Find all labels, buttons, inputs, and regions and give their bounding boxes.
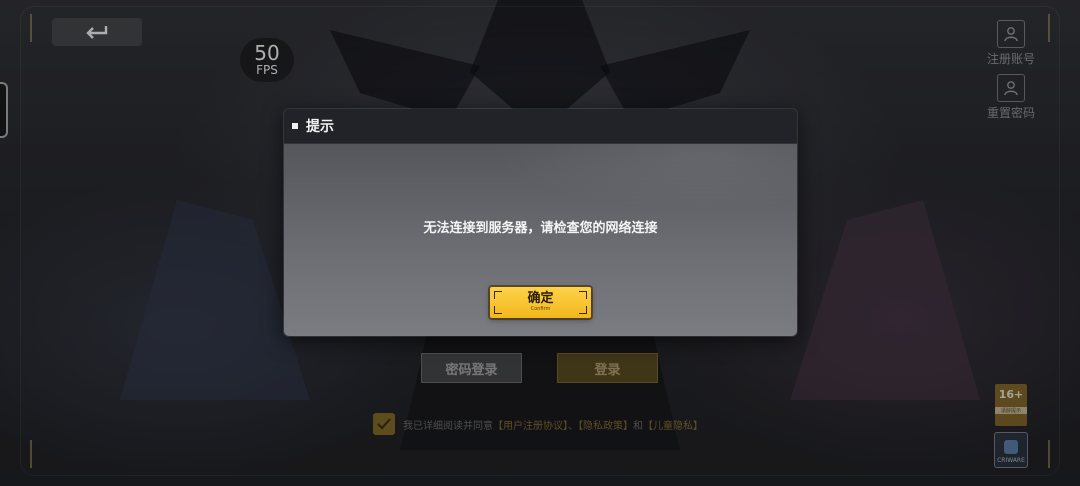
dialog-header: 提示 xyxy=(284,109,797,144)
alert-dialog: 提示 无法连接到服务器，请检查您的网络连接 确定 Confirm xyxy=(283,108,798,337)
dialog-body: 无法连接到服务器，请检查您的网络连接 确定 Confirm xyxy=(284,144,797,336)
dialog-title: 提示 xyxy=(306,119,334,135)
game-screen: 50 FPS 注册账号 重置密码 密码登录 登录 我已详细阅读并同意【用户注册协… xyxy=(0,0,1080,486)
confirm-label: 确定 xyxy=(527,291,554,306)
title-marker-icon xyxy=(292,123,298,129)
bracket-decoration xyxy=(494,291,502,299)
confirm-sublabel: Confirm xyxy=(530,306,551,312)
dialog-message: 无法连接到服务器，请检查您的网络连接 xyxy=(423,221,658,236)
bracket-decoration xyxy=(494,306,502,314)
confirm-button[interactable]: 确定 Confirm xyxy=(490,287,591,318)
bracket-decoration xyxy=(579,291,587,299)
bracket-decoration xyxy=(579,306,587,314)
